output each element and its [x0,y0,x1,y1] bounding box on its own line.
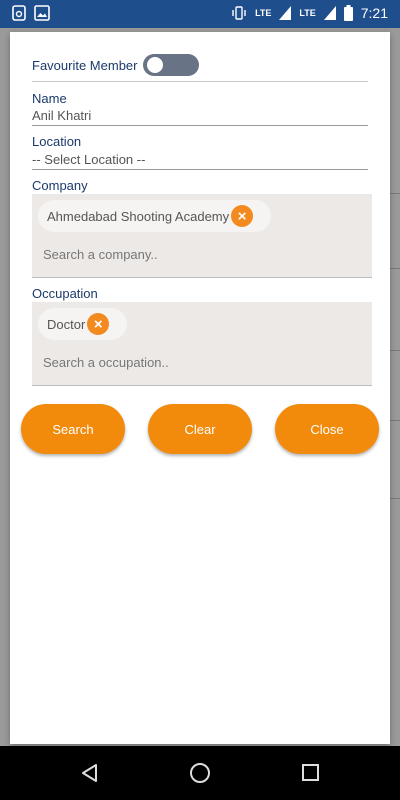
toggle-knob [147,57,164,73]
occupation-chip-label: Doctor [47,316,86,332]
home-icon[interactable] [190,763,210,783]
company-chip-label: Ahmedabad Shooting Academy [47,208,230,224]
back-icon[interactable] [80,763,100,783]
signal-icon-1 [279,6,292,20]
notification-icons [12,5,50,21]
lte-label-2: LTE [299,7,316,18]
recent-apps-icon[interactable] [302,764,319,781]
location-label: Location [32,134,82,149]
screenshot-notification-icon [12,5,26,21]
favourite-member-label: Favourite Member [32,58,138,73]
company-chip: Ahmedabad Shooting Academy × [38,200,272,232]
company-chip-input[interactable]: Ahmedabad Shooting Academy × Search a co… [32,194,372,278]
clock: 7:21 [360,5,388,21]
occupation-search-input[interactable]: Search a occupation.. [43,355,169,370]
status-bar: LTE LTE 7:21 [0,0,400,28]
filter-dialog: Favourite Member Name Anil Khatri Locati… [10,32,390,744]
system-icons: LTE LTE 7:21 [231,5,388,21]
search-button[interactable]: Search [21,404,125,454]
close-button[interactable]: Close [275,404,379,454]
lte-label-1: LTE [255,7,272,18]
vibrate-icon [232,6,246,20]
signal-icon-2 [323,6,336,20]
name-label: Name [32,91,67,106]
image-notification-icon [34,5,50,21]
occupation-chip: Doctor × [38,308,128,340]
name-field[interactable]: Anil Khatri [32,108,368,126]
remove-occupation-chip-close-icon[interactable]: × [87,313,110,335]
favourite-member-row: Favourite Member [32,54,368,82]
company-label: Company [32,178,88,193]
occupation-chip-input[interactable]: Doctor × Search a occupation.. [32,302,372,386]
battery-icon [343,5,353,21]
location-select[interactable]: -- Select Location -- [32,152,368,170]
favourite-member-toggle[interactable] [143,54,200,76]
clear-button[interactable]: Clear [148,404,252,454]
remove-company-chip-close-icon[interactable]: × [231,205,254,227]
navigation-bar [0,746,400,800]
company-search-input[interactable]: Search a company.. [43,247,158,262]
occupation-label: Occupation [32,286,98,301]
